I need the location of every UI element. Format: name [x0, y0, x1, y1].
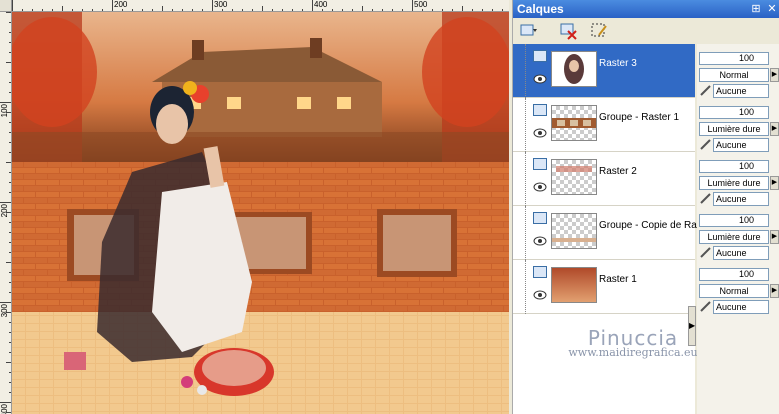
layer-props-1: 100 Lumière dure ▶ Aucune	[697, 102, 779, 156]
blend-dropdown-arrow[interactable]: ▶	[770, 176, 779, 190]
ruler-corner	[0, 0, 12, 12]
link-icon[interactable]	[699, 192, 712, 205]
new-layer-icon[interactable]	[519, 21, 539, 41]
group-layer-icon	[533, 212, 547, 224]
ruler-tick	[0, 402, 11, 403]
ruler-label: 200	[0, 204, 9, 218]
eye-icon[interactable]	[533, 74, 547, 84]
ruler-vertical[interactable]: 100 200 300 400	[0, 12, 12, 414]
raster-layer-icon	[533, 50, 547, 62]
layer-thumbnail	[551, 213, 597, 249]
layer-properties: 100 Normal ▶ Aucune 100 Lumière dure ▶ A…	[697, 44, 779, 414]
ruler-label: 400	[314, 0, 328, 9]
blend-mode-select[interactable]: Normal	[699, 284, 769, 298]
ruler-label: 100	[0, 104, 9, 118]
eye-icon[interactable]	[533, 182, 547, 192]
blend-mode-select[interactable]: Lumière dure	[699, 176, 769, 190]
layer-thumbnail	[551, 267, 597, 303]
layer-row-raster-1[interactable]: Raster 1	[513, 260, 695, 314]
ruler-tick	[12, 0, 13, 11]
close-icon[interactable]: ✕	[765, 2, 779, 16]
pin-icon[interactable]: ⊞	[749, 2, 763, 16]
mask-field[interactable]: Aucune	[713, 138, 769, 152]
layer-name[interactable]: Raster 1	[599, 274, 637, 285]
mask-field[interactable]: Aucune	[713, 192, 769, 206]
layer-row-raster-2[interactable]: Raster 2	[513, 152, 695, 206]
blend-mode-select[interactable]: Lumière dure	[699, 230, 769, 244]
ruler-tick	[112, 0, 113, 11]
layer-props-3: 100 Lumière dure ▶ Aucune	[697, 210, 779, 264]
opacity-field[interactable]: 100	[699, 268, 769, 281]
layer-name[interactable]: Raster 2	[599, 166, 637, 177]
layer-row-raster-3[interactable]: Raster 3	[513, 44, 695, 98]
artwork-image	[12, 12, 509, 414]
ruler-tick	[0, 302, 11, 303]
opacity-field[interactable]: 100	[699, 52, 769, 65]
layer-name[interactable]: Groupe - Raster 1	[599, 112, 679, 123]
eye-icon[interactable]	[533, 236, 547, 246]
layer-list: Raster 3 Groupe - Raster 1 Raster 2 Grou…	[513, 44, 698, 414]
layer-name[interactable]: Raster 3	[599, 58, 637, 69]
layer-props-0: 100 Normal ▶ Aucune	[697, 48, 779, 102]
ruler-label: 500	[414, 0, 428, 9]
link-icon[interactable]	[699, 300, 712, 313]
opacity-field[interactable]: 100	[699, 214, 769, 227]
ruler-tick	[0, 102, 11, 103]
layers-toolbar	[513, 18, 779, 44]
layer-row-groupe-raster-1[interactable]: Groupe - Raster 1	[513, 98, 695, 152]
ruler-label: 200	[114, 0, 128, 9]
blend-dropdown-arrow[interactable]: ▶	[770, 68, 779, 82]
layer-thumbnail	[551, 51, 597, 87]
layer-name[interactable]: Groupe - Copie de Ra	[599, 220, 697, 231]
panel-title[interactable]: Calques	[513, 0, 779, 18]
group-layer-icon	[533, 104, 547, 116]
layer-thumbnail	[551, 105, 597, 141]
layers-panel: Calques ⊞ ✕ Raster 3 Groupe - Raster 1 R…	[512, 0, 779, 414]
blend-dropdown-arrow[interactable]: ▶	[770, 284, 779, 298]
layer-props-2: 100 Lumière dure ▶ Aucune	[697, 156, 779, 210]
mask-field[interactable]: Aucune	[713, 300, 769, 314]
layer-row-groupe-copie[interactable]: Groupe - Copie de Ra	[513, 206, 697, 260]
edit-selection-icon[interactable]	[589, 21, 609, 41]
link-icon[interactable]	[699, 84, 712, 97]
ruler-label: 400	[0, 404, 9, 414]
blend-dropdown-arrow[interactable]: ▶	[770, 230, 779, 244]
blend-mode-select[interactable]: Normal	[699, 68, 769, 82]
raster-layer-icon	[533, 266, 547, 278]
eye-icon[interactable]	[533, 128, 547, 138]
image-canvas[interactable]	[12, 12, 509, 414]
layer-props-4: 100 Normal ▶ Aucune	[697, 264, 779, 318]
eye-icon[interactable]	[533, 290, 547, 300]
mask-field[interactable]: Aucune	[713, 84, 769, 98]
app-window: { "ruler": { "labels": ["200", "300", "4…	[0, 0, 779, 414]
mask-field[interactable]: Aucune	[713, 246, 769, 260]
raster-layer-icon	[533, 158, 547, 170]
ruler-tick	[212, 0, 213, 11]
opacity-field[interactable]: 100	[699, 106, 769, 119]
link-icon[interactable]	[699, 138, 712, 151]
ruler-tick	[412, 0, 413, 11]
ruler-label: 300	[214, 0, 228, 9]
opacity-field[interactable]: 100	[699, 160, 769, 173]
link-icon[interactable]	[699, 246, 712, 259]
layer-thumbnail	[551, 159, 597, 195]
ruler-tick	[0, 202, 11, 203]
delete-layer-icon[interactable]	[559, 21, 579, 41]
ruler-tick	[312, 0, 313, 11]
blend-dropdown-arrow[interactable]: ▶	[770, 122, 779, 136]
ruler-label: 300	[0, 304, 9, 318]
blend-mode-select[interactable]: Lumière dure	[699, 122, 769, 136]
ruler-horizontal[interactable]: 200 300 400 500	[12, 0, 509, 12]
